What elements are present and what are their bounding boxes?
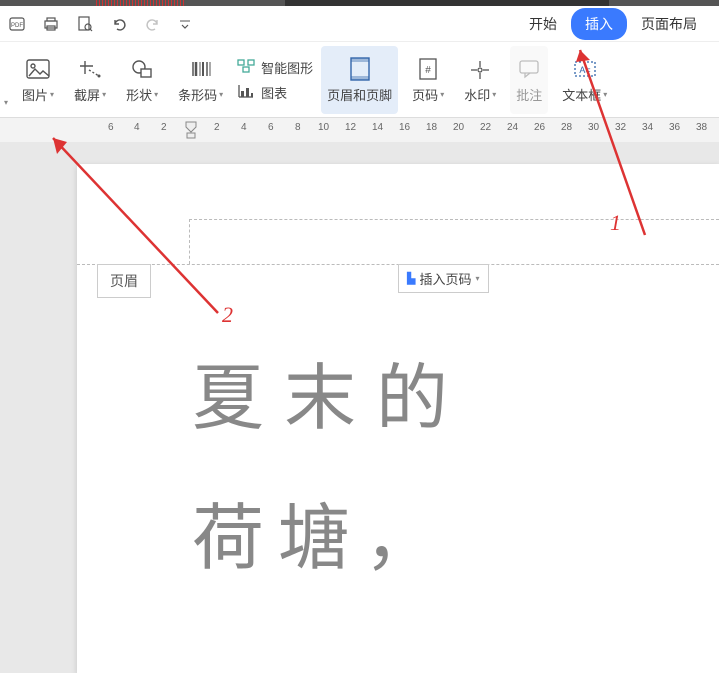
ribbon-left-more-icon[interactable]: ▾ — [4, 98, 8, 107]
ruler-tick: 36 — [669, 122, 680, 133]
ribbon-insert: ▾ 图片▾ 截屏▾ 形状▾ 条形码▾ 智能图形 — [0, 42, 719, 118]
smartart-label: 智能图形 — [261, 58, 313, 77]
print-preview-icon[interactable] — [76, 15, 94, 33]
main-tabs: 开始 插入 页面布局 — [515, 8, 711, 40]
chevron-down-icon: ▾ — [475, 274, 479, 283]
ruler-tick: 20 — [453, 122, 464, 133]
chevron-down-icon: ▾ — [102, 90, 106, 99]
chevron-down-icon: ▾ — [50, 90, 54, 99]
svg-text:PDF: PDF — [11, 23, 23, 29]
ruler-tick: 28 — [561, 122, 572, 133]
ruler-tick: 30 — [588, 122, 599, 133]
redo-icon[interactable] — [144, 15, 162, 33]
svg-text:#: # — [425, 65, 431, 76]
titlebar-underline — [96, 0, 184, 6]
document-body-line1[interactable]: 夏末的 — [192, 342, 468, 457]
ruler-tick: 14 — [372, 122, 383, 133]
ruler-tick: 10 — [318, 122, 329, 133]
tab-layout[interactable]: 页面布局 — [627, 8, 711, 40]
screenshot-label: 截屏 — [74, 85, 100, 104]
header-boundary-top — [189, 219, 719, 220]
quick-access-bar: PDF 开始 插入 页面布局 — [0, 6, 719, 42]
barcode-label: 条形码 — [178, 85, 217, 104]
screenshot-icon — [77, 55, 103, 83]
shape-icon — [129, 55, 155, 83]
screenshot-button[interactable]: 截屏▾ — [68, 46, 112, 114]
shape-label: 形状 — [126, 85, 152, 104]
ruler-tick: 32 — [615, 122, 626, 133]
chevron-down-icon: ▾ — [154, 90, 158, 99]
header-footer-button[interactable]: 页眉和页脚 — [321, 46, 398, 114]
header-footer-label: 页眉和页脚 — [327, 85, 392, 104]
page-number-button[interactable]: # 页码▾ — [406, 46, 450, 114]
chart-button[interactable]: 图表 — [237, 83, 313, 102]
print-icon[interactable] — [42, 15, 60, 33]
page-number-label: 页码 — [412, 85, 438, 104]
ruler-tick: 8 — [295, 122, 301, 133]
ruler-tick: 22 — [480, 122, 491, 133]
chevron-down-icon: ▾ — [603, 90, 607, 99]
insert-page-number-label: 插入页码 — [419, 269, 471, 288]
ruler-tick: 34 — [642, 122, 653, 133]
smartart-button[interactable]: 智能图形 — [237, 58, 313, 77]
titlebar-tab-right — [609, 0, 719, 6]
page-number-small-icon: ▙ — [407, 272, 415, 285]
titlebar — [0, 0, 719, 6]
insert-page-number-button[interactable]: ▙ 插入页码 ▾ — [398, 264, 489, 293]
ruler-tick: 24 — [507, 122, 518, 133]
ruler-indent-marker[interactable] — [184, 120, 198, 143]
textbox-label: 文本框 — [562, 85, 601, 104]
chart-icon — [237, 83, 255, 102]
undo-icon[interactable] — [110, 15, 128, 33]
svg-text:A=: A= — [579, 65, 590, 75]
export-pdf-icon[interactable]: PDF — [8, 15, 26, 33]
comment-icon — [517, 55, 541, 83]
watermark-label: 水印 — [464, 85, 490, 104]
textbox-icon: A= — [572, 55, 598, 83]
ruler-tick: 4 — [134, 122, 140, 133]
quick-access-left: PDF — [8, 15, 192, 33]
ruler-tick: 6 — [268, 122, 274, 133]
smartart-chart-group: 智能图形 图表 — [237, 58, 313, 102]
watermark-button[interactable]: 水印▾ — [458, 46, 502, 114]
comment-button[interactable]: 批注 — [510, 46, 548, 114]
ruler-tick: 16 — [399, 122, 410, 133]
ruler-tick: 6 — [108, 122, 114, 133]
chevron-down-icon: ▾ — [492, 90, 496, 99]
picture-icon — [25, 55, 51, 83]
shape-button[interactable]: 形状▾ — [120, 46, 164, 114]
horizontal-ruler[interactable]: 6 4 2 2 4 6 8 10 12 14 16 18 20 22 24 26… — [0, 118, 719, 142]
barcode-icon — [188, 55, 214, 83]
chevron-down-icon: ▾ — [440, 90, 444, 99]
page-number-icon: # — [417, 55, 439, 83]
chevron-down-icon: ▾ — [219, 90, 223, 99]
picture-button[interactable]: 图片▾ — [16, 46, 60, 114]
tab-insert[interactable]: 插入 — [571, 8, 627, 40]
ruler-tick: 38 — [696, 122, 707, 133]
annotation-number-2: 2 — [222, 302, 233, 328]
comment-label: 批注 — [516, 85, 542, 104]
textbox-button[interactable]: A= 文本框▾ — [556, 46, 613, 114]
header-boundary-left — [189, 219, 190, 264]
ruler-tick: 4 — [241, 122, 247, 133]
ruler-tick: 2 — [161, 122, 167, 133]
ruler-tick: 18 — [426, 122, 437, 133]
barcode-button[interactable]: 条形码▾ — [172, 46, 229, 114]
ruler-tick: 12 — [345, 122, 356, 133]
ruler-tick: 26 — [534, 122, 545, 133]
header-footer-icon — [347, 55, 373, 83]
smartart-icon — [237, 58, 255, 77]
ruler-tick: 2 — [214, 122, 220, 133]
watermark-icon — [468, 55, 492, 83]
customize-quickbar-icon[interactable] — [178, 17, 192, 31]
picture-label: 图片 — [22, 85, 48, 104]
header-tag[interactable]: 页眉 — [97, 264, 151, 298]
chart-label: 图表 — [261, 83, 287, 102]
document-body-line2[interactable]: 荷塘， — [192, 482, 450, 597]
tab-start[interactable]: 开始 — [515, 8, 571, 40]
annotation-number-1: 1 — [610, 210, 621, 236]
